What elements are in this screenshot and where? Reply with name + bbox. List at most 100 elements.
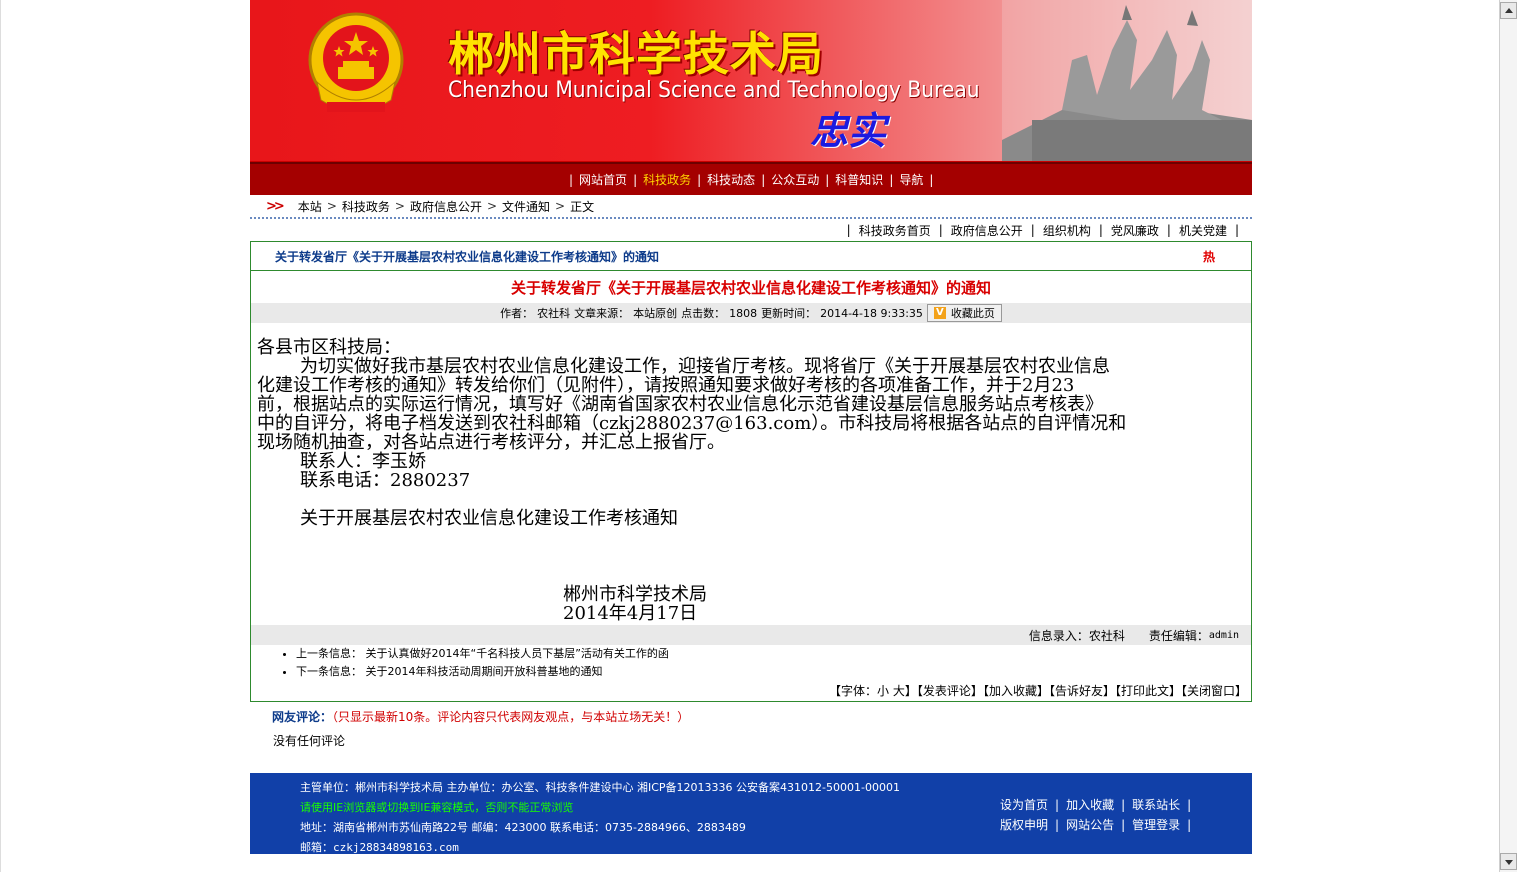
set-homepage-link[interactable]: 设为首页 [1000, 798, 1048, 812]
breadcrumb-separator: > [394, 199, 405, 213]
meta-source-label: 文章来源： [574, 307, 630, 320]
article-tools: 【字体：小 大】【发表评论】【加入收藏】【告诉好友】【打印此文】【关闭窗口】 [251, 681, 1251, 701]
meta-source: 本站原创 [633, 307, 678, 320]
font-suffix: 】 [904, 684, 917, 698]
comments-label: 网友评论： [272, 710, 333, 724]
subnav-integrity[interactable]: 党风廉政 [1111, 222, 1159, 239]
footer-separator: | [1121, 798, 1126, 812]
article-body: 各县市区科技局： 为切实做好我市基层农村农业信息化建设工作，迎接省厅考核。现将省… [251, 323, 1251, 625]
footer-links: 设为首页 | 加入收藏 | 联系站长 | 版权申明 | 网站公告 | 管理登录 | [1000, 795, 1198, 835]
body-paragraph-line: 中的自评分，将电子档发送到农社科邮箱（czkj2880237@163.com）。… [257, 413, 1127, 434]
add-favorite-footer-link[interactable]: 加入收藏 [1066, 798, 1114, 812]
banner-subtitle: Chenzhou Municipal Science and Technolog… [448, 78, 980, 103]
nav-separator: | [929, 172, 934, 187]
meta-author: 农社科 [537, 307, 571, 320]
footer-links-row: 设为首页 | 加入收藏 | 联系站长 | [1000, 795, 1198, 815]
double-arrow-icon: >> [266, 198, 285, 214]
add-favorite-link[interactable]: 【加入收藏】 [983, 684, 1049, 698]
breadcrumb-site[interactable]: 本站 [298, 198, 322, 215]
font-big-link[interactable]: 大 [893, 684, 905, 698]
meta-hits-label: 点击数： [681, 307, 726, 320]
meta-hits: 1808 [729, 306, 758, 320]
nav-popular-science[interactable]: 科普知识 [835, 171, 883, 188]
meta-updated: 2014-4-18 9:33:35 [820, 306, 923, 320]
scroll-up-icon[interactable] [1500, 2, 1517, 19]
body-salutation: 各县市区科技局： [257, 337, 401, 358]
article-title: 关于转发省厅《关于开展基层农村农业信息化建设工作考核通知》的通知 [510, 279, 991, 297]
scroll-down-icon[interactable] [1500, 853, 1517, 870]
breadcrumb-gov-info[interactable]: 政府信息公开 [410, 198, 482, 215]
site-footer: 主管单位：郴州市科学技术局 主办单位：办公室、科技条件建设中心 湘ICP备120… [250, 773, 1252, 854]
bookmark-label: 收藏此页 [950, 307, 995, 320]
banner-motto: 忠实 [810, 109, 887, 153]
admin-login-link[interactable]: 管理登录 [1132, 818, 1180, 832]
subnav-separator: | [1030, 223, 1035, 237]
site-announcement-link[interactable]: 网站公告 [1066, 818, 1114, 832]
bookmark-icon: V [933, 307, 946, 319]
vertical-scrollbar[interactable] [1499, 0, 1517, 872]
article-head-bar: 关于转发省厅《关于开展基层农村农业信息化建设工作考核通知》的通知 热 [251, 242, 1251, 271]
subnav-separator: | [1234, 223, 1239, 237]
post-comment-link[interactable]: 【发表评论】 [917, 684, 983, 698]
breadcrumb-separator: > [326, 199, 337, 213]
body-paragraph-line: 现场随机抽查，对各站点进行考核评分，并汇总上报省厅。 [257, 432, 725, 453]
subnav-party[interactable]: 机关党建 [1179, 222, 1227, 239]
bookmark-page-button[interactable]: V 收藏此页 [926, 304, 1002, 322]
entry-value: 农社科 [1088, 628, 1125, 643]
tell-friend-link[interactable]: 【告诉好友】 [1049, 684, 1115, 698]
font-prefix: 【字体： [829, 684, 878, 698]
breadcrumb-notices[interactable]: 文件通知 [502, 198, 550, 215]
footer-separator: | [1187, 798, 1192, 812]
prev-article-link[interactable]: 关于认真做好2014年“千名科技人员下基层”活动有关工作的函 [366, 647, 669, 660]
main-column: 郴州市科学技术局 Chenzhou Municipal Science and … [250, 0, 1252, 854]
footer-info: 主管单位：郴州市科学技术局 主办单位：办公室、科技条件建设中心 湘ICP备120… [300, 778, 900, 858]
entry-label: 信息录入： [1028, 628, 1089, 643]
prev-next-list: 上一条信息： 关于认真做好2014年“千名科技人员下基层”活动有关工作的函 下一… [251, 645, 1251, 681]
footer-links-row: 版权申明 | 网站公告 | 管理登录 | [1000, 815, 1198, 835]
subnav-separator: | [846, 223, 851, 237]
no-comments-text: 没有任何评论 [273, 734, 346, 748]
copyright-link[interactable]: 版权申明 [1000, 818, 1048, 832]
print-link[interactable]: 【打印此文】 [1115, 684, 1181, 698]
prev-label: 上一条信息： [296, 647, 362, 660]
breadcrumb-separator: > [486, 199, 498, 213]
subnav-affairs-home[interactable]: 科技政务首页 [859, 222, 931, 239]
breadcrumb-sci-affairs[interactable]: 科技政务 [342, 198, 390, 215]
page: 郴州市科学技术局 Chenzhou Municipal Science and … [0, 0, 1499, 872]
subnav-organization[interactable]: 组织机构 [1043, 222, 1091, 239]
breadcrumb: >> 本站 > 科技政务 > 政府信息公开 > 文件通知 > 正文 [250, 195, 1252, 219]
nav-separator: | [825, 172, 830, 187]
footer-separator: | [1055, 798, 1060, 812]
contact-webmaster-link[interactable]: 联系站长 [1132, 798, 1180, 812]
hot-badge: 热 [1202, 249, 1215, 264]
nav-navigation[interactable]: 导航 [899, 171, 923, 188]
next-article-link[interactable]: 关于2014年科技活动周期间开放科普基地的通知 [366, 665, 603, 678]
nav-sci-news[interactable]: 科技动态 [707, 171, 755, 188]
subnav-gov-info[interactable]: 政府信息公开 [951, 222, 1023, 239]
nav-home[interactable]: 网站首页 [579, 171, 627, 188]
nav-separator: | [633, 172, 638, 187]
nav-public-interaction[interactable]: 公众互动 [771, 171, 819, 188]
banner-title: 郴州市科学技术局 [448, 27, 824, 81]
font-small-link[interactable]: 小 [877, 684, 889, 698]
footer-separator: | [1187, 818, 1192, 832]
list-item: 下一条信息： 关于2014年科技活动周期间开放科普基地的通知 [296, 663, 1251, 681]
nav-sci-affairs[interactable]: 科技政务 [643, 171, 691, 188]
subnav-separator: | [1098, 223, 1103, 237]
site-banner: 郴州市科学技术局 Chenzhou Municipal Science and … [250, 0, 1252, 162]
statue-image [1002, 0, 1252, 161]
footer-email-label: 邮箱： [300, 841, 333, 854]
comments-note: （只显示最新10条。评论内容只代表网友观点，与本站立场无关！） [332, 710, 690, 724]
body-contact: 联系人：李玉娇 [300, 451, 426, 472]
article-meta: 作者： 农社科 文章来源： 本站原创 点击数： 1808 更新时间： 2014-4-18… [251, 303, 1251, 323]
main-nav: | 网站首页 | 科技政务 | 科技动态 | 公众互动 | 科普知识 | 导航 … [250, 162, 1252, 195]
nav-separator: | [761, 172, 766, 187]
next-label: 下一条信息： [296, 665, 362, 678]
meta-author-label: 作者： [500, 307, 534, 320]
close-window-link[interactable]: 【关闭窗口】 [1181, 684, 1247, 698]
body-attachment-link[interactable]: 关于开展基层农村农业信息化建设工作考核通知 [257, 509, 1245, 528]
